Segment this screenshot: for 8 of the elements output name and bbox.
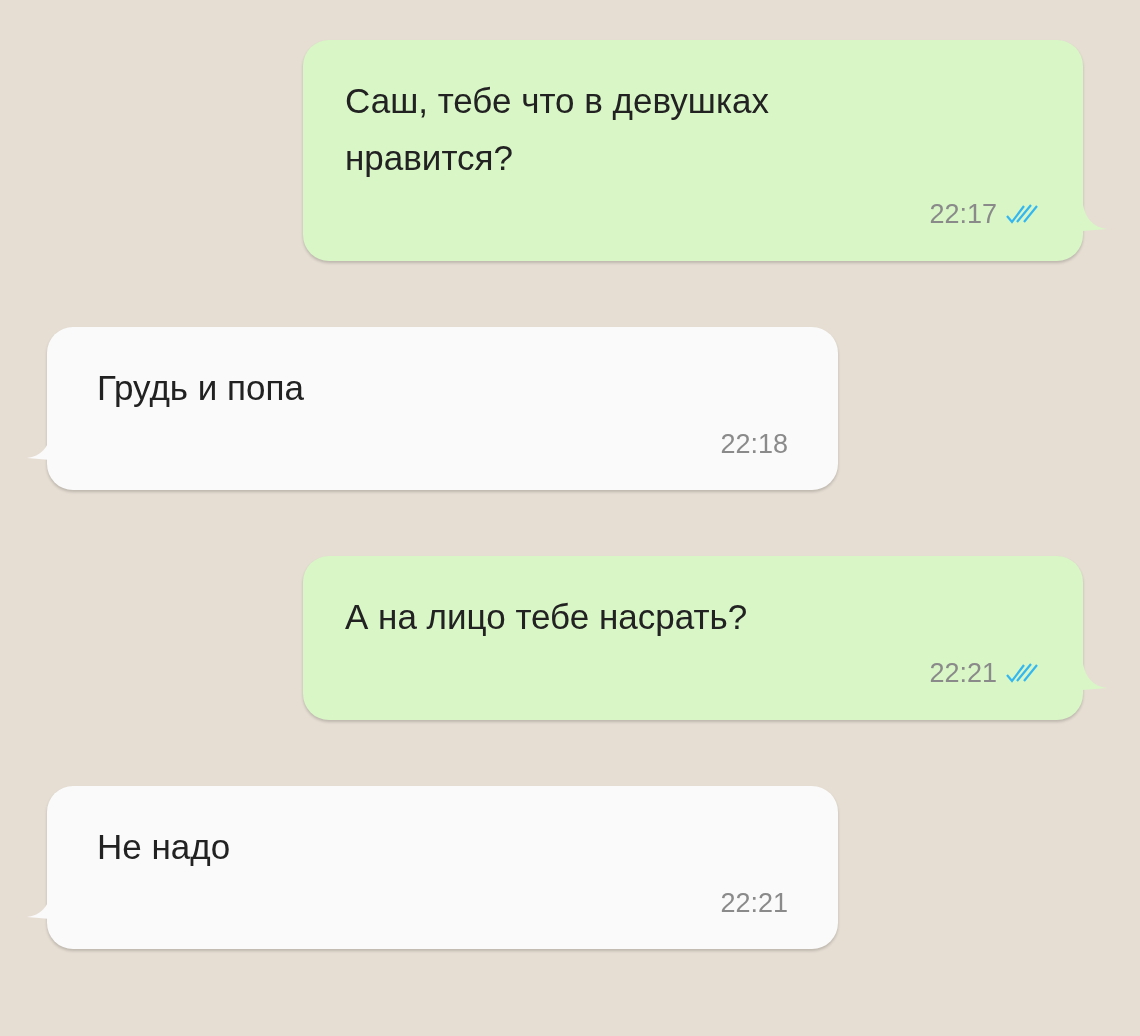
message-text: А на лицо тебе насрать? [345,596,749,638]
message-text: Саш, тебе что в девушках нравится? [345,80,770,179]
message-time: 22:18 [720,427,788,461]
message-time: 22:21 [929,657,997,690]
message-time: 22:21 [720,886,788,920]
message-time: 22:17 [929,198,997,231]
message-text: Не надо [97,825,232,868]
message-text: Грудь и попа [97,366,305,409]
